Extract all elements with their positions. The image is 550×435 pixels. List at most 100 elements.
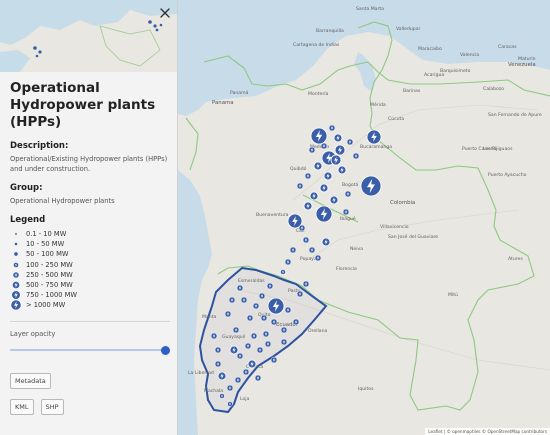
hydropower-plant-marker[interactable] (319, 183, 329, 193)
hydropower-plant-marker[interactable] (246, 314, 254, 322)
legend-marker[interactable] (11, 290, 21, 301)
hydropower-plant-marker[interactable] (270, 318, 278, 326)
hydropower-plant-marker[interactable] (342, 208, 350, 216)
hydropower-plant-marker[interactable] (214, 360, 222, 368)
hydropower-plant-marker[interactable] (337, 165, 347, 175)
hydropower-plant-marker[interactable] (267, 297, 285, 315)
hydropower-plant-marker[interactable] (227, 401, 233, 407)
hydropower-plant-marker[interactable] (296, 182, 304, 190)
hydropower-plant-marker[interactable] (284, 258, 292, 266)
hydropower-plant-marker[interactable] (219, 393, 225, 399)
hydropower-plant-marker[interactable] (304, 172, 312, 180)
kml-button[interactable]: KML (10, 398, 34, 415)
hydropower-plant-marker[interactable] (289, 246, 297, 254)
legend-marker[interactable] (12, 271, 20, 279)
legend-list: 0.1 - 10 MW 10 - 50 MW 50 - 100 MW 100 - 25… (10, 229, 170, 311)
hydropower-plant-marker[interactable] (344, 190, 352, 198)
hydropower-plant-marker[interactable] (214, 346, 222, 354)
hydropower-plant-marker[interactable] (328, 124, 336, 132)
hydropower-plant-marker[interactable] (323, 171, 333, 181)
hydropower-plant-marker[interactable] (236, 284, 244, 292)
hydropower-plant-marker[interactable] (258, 292, 266, 300)
hydropower-plant-marker[interactable] (309, 191, 319, 201)
city-label: Montería (308, 90, 328, 97)
hydropower-plant-marker[interactable] (298, 224, 306, 232)
hydropower-plant-marker[interactable] (321, 237, 331, 247)
hydropower-plant-marker[interactable] (310, 127, 328, 145)
hydropower-plant-marker[interactable] (242, 368, 250, 376)
hydropower-plant-marker[interactable] (313, 161, 323, 171)
legend-marker[interactable] (14, 242, 18, 247)
city-label: Manta (202, 314, 216, 320)
city-label: Bogotá (342, 181, 358, 188)
map-attribution[interactable]: Leaflet | © openmaptiles © OpenStreetMap… (425, 428, 550, 435)
hydropower-plant-marker[interactable] (314, 254, 322, 262)
hydropower-plant-marker[interactable] (280, 326, 288, 334)
legend-label: 100 - 250 MW (26, 260, 73, 269)
overview-minimap[interactable] (0, 0, 177, 72)
country-label: Colombia (390, 200, 415, 206)
legend-marker[interactable] (11, 280, 21, 290)
hydropower-plant-marker[interactable] (303, 201, 313, 211)
hydropower-plant-marker[interactable] (315, 205, 333, 223)
legend-marker[interactable] (14, 232, 18, 236)
hydropower-plant-marker[interactable] (247, 359, 257, 369)
hydropower-plant-marker[interactable] (333, 133, 343, 143)
hydropower-plant-marker[interactable] (229, 345, 239, 355)
hydropower-plant-marker[interactable] (346, 138, 354, 146)
map-view[interactable]: Santa Marta Valledupar Maracaibo Barranquil… (178, 0, 550, 435)
hydropower-plant-marker[interactable] (308, 246, 316, 254)
hydropower-plant-marker[interactable] (236, 352, 244, 360)
city-label: Barranquilla (316, 28, 344, 34)
hydropower-plant-marker[interactable] (330, 154, 342, 166)
hydropower-plant-marker[interactable] (217, 371, 227, 381)
hydropower-plant-marker[interactable] (228, 296, 236, 304)
city-label: Atures (508, 256, 523, 262)
hydropower-plant-marker[interactable] (352, 152, 360, 160)
hydropower-plant-marker[interactable] (270, 356, 278, 364)
hydropower-plant-marker[interactable] (224, 310, 232, 318)
hydropower-plant-marker[interactable] (250, 332, 258, 340)
country-label: Panama (212, 100, 234, 106)
metadata-button[interactable]: Metadata (10, 372, 51, 389)
hydropower-plant-marker[interactable] (302, 236, 310, 244)
legend-marker[interactable] (13, 252, 19, 257)
hydropower-plant-marker[interactable] (296, 290, 304, 298)
hydropower-plant-marker[interactable] (366, 129, 382, 145)
opacity-slider[interactable] (10, 344, 170, 356)
hydropower-plant-marker[interactable] (266, 282, 274, 290)
hydropower-plant-marker[interactable] (280, 338, 288, 346)
legend-label: 750 - 1000 MW (26, 291, 77, 300)
hydropower-plant-marker[interactable] (292, 318, 300, 326)
hydropower-plant-marker[interactable] (210, 332, 218, 340)
legend-label: > 1000 MW (26, 301, 66, 310)
legend-item: 750 - 1000 MW (10, 290, 170, 301)
hydropower-plant-marker[interactable] (320, 142, 328, 150)
legend-marker[interactable] (13, 261, 19, 268)
hydropower-plant-marker[interactable] (329, 195, 339, 205)
hydropower-plant-marker[interactable] (280, 269, 286, 275)
hydropower-plant-marker[interactable] (254, 374, 262, 382)
hydropower-plant-marker[interactable] (334, 144, 346, 156)
hydropower-plant-marker[interactable] (252, 302, 260, 310)
hydropower-plant-marker[interactable] (308, 146, 316, 154)
hydropower-plant-marker[interactable] (284, 306, 292, 314)
hydropower-plant-marker[interactable] (234, 376, 242, 384)
hydropower-plant-marker[interactable] (244, 342, 252, 350)
hydropower-plant-marker[interactable] (232, 326, 240, 334)
close-icon[interactable] (158, 5, 172, 19)
hydropower-plant-marker[interactable] (226, 384, 234, 392)
slider-track (10, 348, 165, 351)
city-label: La Libertad (188, 370, 214, 376)
hydropower-plant-marker[interactable] (360, 175, 382, 197)
hydropower-plant-marker[interactable] (262, 330, 270, 338)
slider-thumb[interactable] (161, 345, 170, 355)
hydropower-plant-marker[interactable] (264, 340, 272, 348)
city-label: Cúcuta (388, 115, 404, 122)
hydropower-plant-marker[interactable] (260, 314, 268, 322)
legend-marker[interactable] (10, 300, 22, 311)
hydropower-plant-marker[interactable] (240, 296, 248, 304)
hydropower-plant-marker[interactable] (302, 280, 310, 288)
shp-button[interactable]: SHP (40, 398, 64, 415)
hydropower-plant-marker[interactable] (256, 346, 264, 354)
